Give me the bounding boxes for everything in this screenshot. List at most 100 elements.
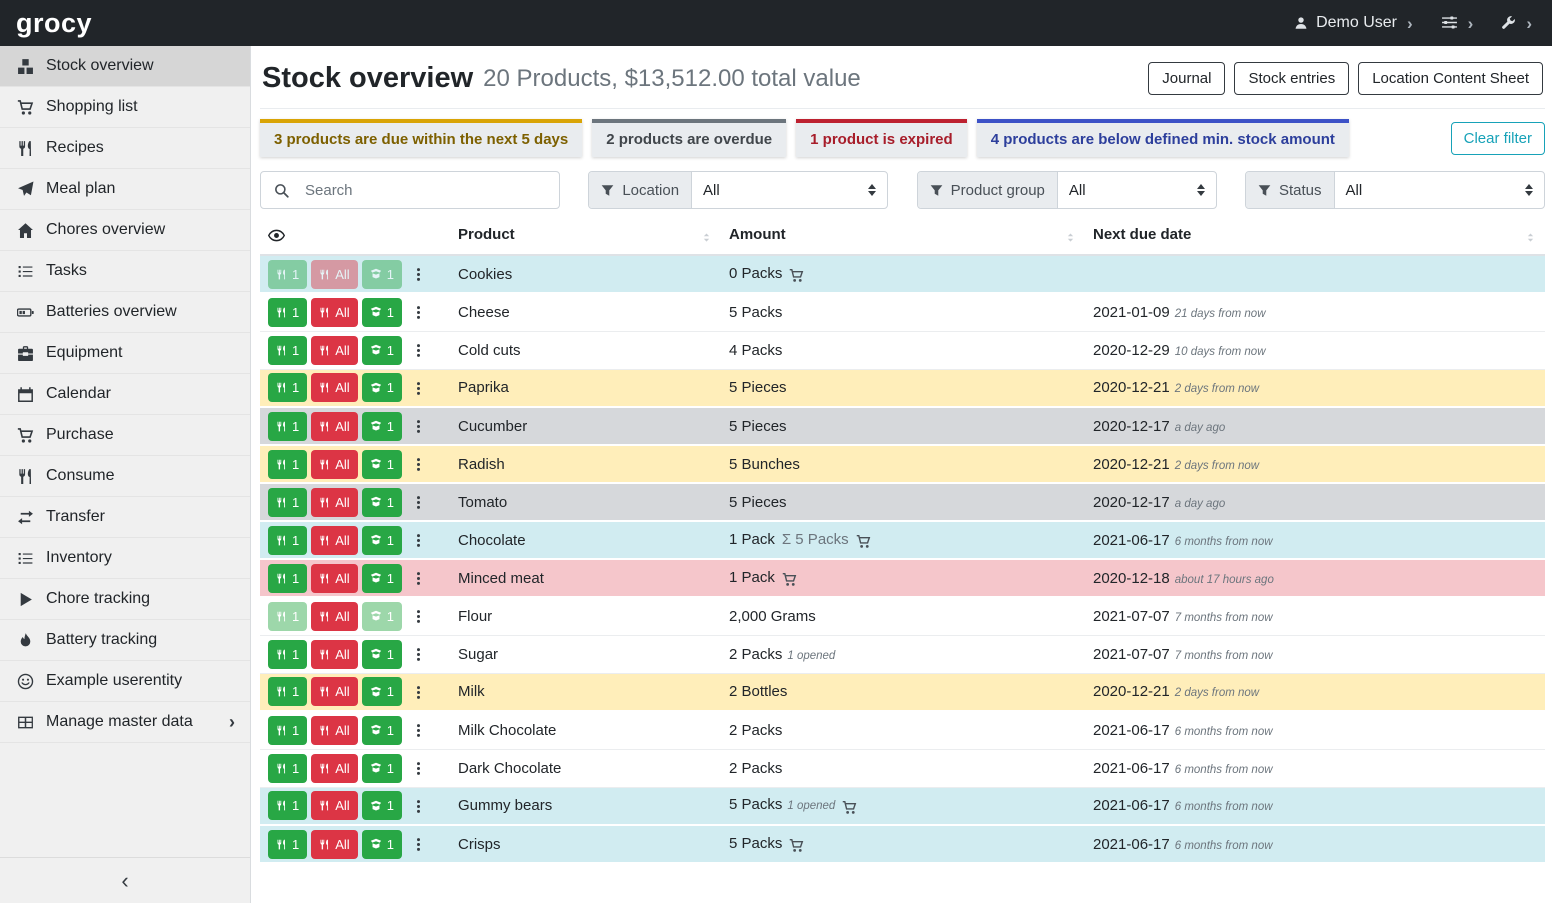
open-one-button[interactable]: 1 bbox=[362, 716, 402, 745]
sidebar-collapse-button[interactable]: ‹ bbox=[0, 857, 250, 903]
consume-one-button[interactable]: 1 bbox=[268, 526, 307, 555]
consume-one-button[interactable]: 1 bbox=[268, 602, 307, 631]
sidebar-item-chores-overview[interactable]: Chores overview bbox=[0, 210, 250, 251]
status-filter-banner[interactable]: 4 products are below defined min. stock … bbox=[977, 119, 1349, 157]
open-one-button[interactable]: 1 bbox=[362, 412, 402, 441]
sidebar-item-inventory[interactable]: Inventory bbox=[0, 538, 250, 579]
sidebar-item-equipment[interactable]: Equipment bbox=[0, 333, 250, 374]
sidebar-item-recipes[interactable]: Recipes bbox=[0, 128, 250, 169]
consume-all-button[interactable]: All bbox=[311, 298, 357, 327]
consume-all-button[interactable]: All bbox=[311, 412, 357, 441]
column-header-visibility[interactable] bbox=[260, 219, 450, 255]
clear-filter-button[interactable]: Clear filter bbox=[1451, 122, 1545, 155]
open-one-button[interactable]: 1 bbox=[362, 564, 402, 593]
sidebar-item-purchase[interactable]: Purchase bbox=[0, 415, 250, 456]
open-one-button[interactable]: 1 bbox=[362, 298, 402, 327]
consume-one-button[interactable]: 1 bbox=[268, 336, 307, 365]
sidebar-item-consume[interactable]: Consume bbox=[0, 456, 250, 497]
consume-one-button[interactable]: 1 bbox=[268, 830, 307, 859]
sidebar-item-battery-tracking[interactable]: Battery tracking bbox=[0, 620, 250, 661]
consume-all-button[interactable]: All bbox=[311, 830, 357, 859]
consume-all-button[interactable]: All bbox=[311, 754, 357, 783]
open-one-button[interactable]: 1 bbox=[362, 677, 402, 706]
consume-one-button[interactable]: 1 bbox=[268, 677, 307, 706]
sidebar-item-transfer[interactable]: Transfer bbox=[0, 497, 250, 538]
row-menu-button[interactable] bbox=[408, 450, 429, 479]
row-menu-button[interactable] bbox=[408, 602, 429, 631]
sidebar-item-batteries-overview[interactable]: Batteries overview bbox=[0, 292, 250, 333]
open-one-button[interactable]: 1 bbox=[362, 526, 402, 555]
row-menu-button[interactable] bbox=[408, 412, 429, 441]
consume-one-button[interactable]: 1 bbox=[268, 412, 307, 441]
consume-all-button[interactable]: All bbox=[311, 602, 357, 631]
row-menu-button[interactable] bbox=[408, 336, 429, 365]
consume-all-button[interactable]: All bbox=[311, 526, 357, 555]
column-header-amount[interactable]: Amount bbox=[721, 219, 1085, 255]
consume-one-button[interactable]: 1 bbox=[268, 791, 307, 820]
sidebar-item-calendar[interactable]: Calendar bbox=[0, 374, 250, 415]
row-menu-button[interactable] bbox=[408, 526, 429, 555]
journal-button[interactable]: Journal bbox=[1148, 62, 1225, 95]
consume-all-button[interactable]: All bbox=[311, 336, 357, 365]
stock-entries-button[interactable]: Stock entries bbox=[1234, 62, 1349, 95]
row-menu-button[interactable] bbox=[408, 677, 429, 706]
consume-one-button[interactable]: 1 bbox=[268, 754, 307, 783]
consume-all-button[interactable]: All bbox=[311, 373, 357, 402]
open-one-button[interactable]: 1 bbox=[362, 791, 402, 820]
status-filter-banner[interactable]: 3 products are due within the next 5 day… bbox=[260, 119, 582, 157]
status-select[interactable]: All bbox=[1335, 172, 1544, 208]
open-one-button[interactable]: 1 bbox=[362, 602, 402, 631]
consume-all-button[interactable]: All bbox=[311, 564, 357, 593]
row-menu-button[interactable] bbox=[408, 754, 429, 783]
consume-all-button[interactable]: All bbox=[311, 488, 357, 517]
row-menu-button[interactable] bbox=[408, 260, 429, 289]
admin-menu[interactable]: › bbox=[1501, 14, 1532, 32]
sidebar-item-stock-overview[interactable]: Stock overview bbox=[0, 46, 250, 87]
sidebar-item-shopping-list[interactable]: Shopping list bbox=[0, 87, 250, 128]
column-header-next-due-date[interactable]: Next due date bbox=[1085, 219, 1545, 255]
consume-one-button[interactable]: 1 bbox=[268, 488, 307, 517]
open-one-button[interactable]: 1 bbox=[362, 450, 402, 479]
sidebar-item-tasks[interactable]: Tasks bbox=[0, 251, 250, 292]
status-filter-banner[interactable]: 2 products are overdue bbox=[592, 119, 786, 157]
sidebar-item-manage-master-data[interactable]: Manage master data› bbox=[0, 702, 250, 743]
consume-all-button[interactable]: All bbox=[311, 450, 357, 479]
consume-all-button[interactable]: All bbox=[311, 640, 357, 669]
search-input[interactable] bbox=[301, 182, 559, 199]
row-menu-button[interactable] bbox=[408, 640, 429, 669]
consume-one-button[interactable]: 1 bbox=[268, 640, 307, 669]
consume-all-button[interactable]: All bbox=[311, 716, 357, 745]
row-menu-button[interactable] bbox=[408, 373, 429, 402]
consume-one-button[interactable]: 1 bbox=[268, 373, 307, 402]
sidebar-item-example-userentity[interactable]: Example userentity bbox=[0, 661, 250, 702]
row-menu-button[interactable] bbox=[408, 564, 429, 593]
consume-one-button[interactable]: 1 bbox=[268, 260, 307, 289]
consume-all-button[interactable]: All bbox=[311, 677, 357, 706]
open-one-button[interactable]: 1 bbox=[362, 336, 402, 365]
status-filter-banner[interactable]: 1 product is expired bbox=[796, 119, 967, 157]
sidebar-item-meal-plan[interactable]: Meal plan bbox=[0, 169, 250, 210]
row-menu-button[interactable] bbox=[408, 791, 429, 820]
settings-menu[interactable]: › bbox=[1441, 14, 1474, 32]
open-one-button[interactable]: 1 bbox=[362, 488, 402, 517]
app-logo[interactable]: grocy bbox=[16, 8, 92, 39]
consume-one-button[interactable]: 1 bbox=[268, 564, 307, 593]
consume-one-button[interactable]: 1 bbox=[268, 298, 307, 327]
consume-one-button[interactable]: 1 bbox=[268, 450, 307, 479]
product-group-select[interactable]: All bbox=[1058, 172, 1216, 208]
location-select[interactable]: All bbox=[692, 172, 887, 208]
column-header-product[interactable]: Product bbox=[450, 219, 721, 255]
row-menu-button[interactable] bbox=[408, 488, 429, 517]
open-one-button[interactable]: 1 bbox=[362, 754, 402, 783]
row-menu-button[interactable] bbox=[408, 716, 429, 745]
row-menu-button[interactable] bbox=[408, 298, 429, 327]
user-menu[interactable]: Demo User › bbox=[1294, 14, 1413, 32]
row-menu-button[interactable] bbox=[408, 830, 429, 859]
location-content-sheet-button[interactable]: Location Content Sheet bbox=[1358, 62, 1543, 95]
open-one-button[interactable]: 1 bbox=[362, 830, 402, 859]
consume-one-button[interactable]: 1 bbox=[268, 716, 307, 745]
consume-all-button[interactable]: All bbox=[311, 791, 357, 820]
consume-all-button[interactable]: All bbox=[311, 260, 357, 289]
open-one-button[interactable]: 1 bbox=[362, 260, 402, 289]
open-one-button[interactable]: 1 bbox=[362, 373, 402, 402]
